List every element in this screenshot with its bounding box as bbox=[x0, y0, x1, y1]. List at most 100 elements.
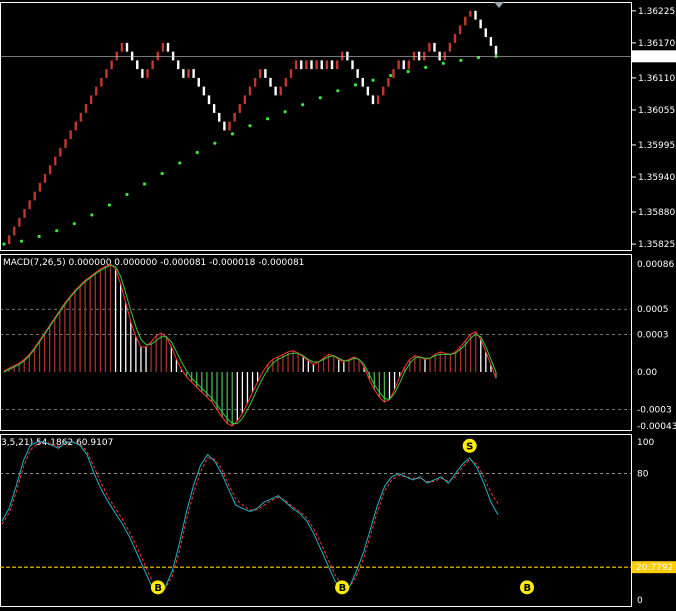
price-tick-label: 1.35880 bbox=[638, 208, 675, 218]
renko-up-brick bbox=[387, 77, 390, 87]
renko-up-brick bbox=[38, 182, 42, 192]
renko-up-brick bbox=[407, 60, 411, 70]
renko-up-brick bbox=[79, 112, 83, 122]
renko-up-brick bbox=[33, 191, 36, 201]
renko-up-brick bbox=[228, 121, 231, 131]
moving-average-point bbox=[178, 161, 182, 165]
renko-up-brick bbox=[315, 60, 318, 70]
renko-down-brick bbox=[141, 69, 144, 78]
renko-down-brick bbox=[218, 112, 221, 122]
renko-up-brick bbox=[382, 86, 385, 96]
renko-up-brick bbox=[43, 174, 47, 183]
moving-average-point bbox=[265, 117, 270, 121]
renko-down-brick bbox=[479, 19, 482, 29]
macd-tick-label: 0.00 bbox=[637, 368, 657, 378]
macd-title: MACD(7,26,5) 0.000000 0.000000 -0.000081… bbox=[3, 258, 304, 268]
renko-down-brick bbox=[177, 60, 180, 70]
signal-badge-label: B bbox=[524, 583, 532, 594]
renko-down-brick bbox=[269, 77, 272, 87]
renko-down-brick bbox=[264, 69, 267, 78]
renko-up-brick bbox=[151, 60, 154, 70]
price-tick-label: 1.36055 bbox=[638, 106, 675, 116]
macd-tick-label: 0.0005 bbox=[637, 305, 669, 315]
moving-average-point bbox=[371, 78, 375, 82]
moving-average-point bbox=[388, 73, 393, 78]
renko-down-brick bbox=[351, 60, 354, 70]
macd-tick-label: -0.00043 bbox=[637, 422, 676, 432]
renko-up-brick bbox=[238, 104, 241, 113]
renko-up-brick bbox=[289, 69, 293, 78]
moving-average-point bbox=[283, 110, 287, 114]
renko-up-brick bbox=[146, 69, 149, 78]
renko-down-brick bbox=[361, 77, 364, 87]
moving-average-point bbox=[195, 150, 199, 155]
renko-up-brick bbox=[428, 42, 431, 52]
renko-up-brick bbox=[453, 34, 457, 43]
renko-up-brick bbox=[64, 139, 67, 148]
renko-up-brick bbox=[28, 200, 31, 210]
renko-down-brick bbox=[330, 60, 334, 70]
macd-tick-label: 0.0003 bbox=[637, 330, 669, 340]
macd-tick-label: -0.0003 bbox=[637, 406, 672, 416]
renko-up-brick bbox=[23, 209, 26, 218]
renko-down-brick bbox=[166, 42, 170, 52]
renko-up-brick bbox=[464, 16, 467, 26]
renko-up-brick bbox=[89, 95, 93, 105]
renko-up-brick bbox=[84, 104, 88, 113]
renko-up-brick bbox=[448, 42, 452, 52]
renko-down-brick bbox=[197, 77, 200, 87]
price-tick-label: 1.36110 bbox=[638, 74, 675, 84]
renko-down-brick bbox=[125, 42, 129, 52]
moving-average-point bbox=[213, 141, 217, 145]
price-tick-label: 1.36170 bbox=[638, 39, 675, 49]
renko-up-brick bbox=[397, 60, 400, 70]
price-tick-label: 1.36225 bbox=[638, 7, 675, 17]
renko-up-brick bbox=[105, 69, 108, 78]
renko-down-brick bbox=[310, 60, 313, 70]
renko-up-brick bbox=[335, 60, 339, 70]
renko-down-brick bbox=[320, 60, 323, 70]
renko-up-brick bbox=[469, 10, 472, 17]
moving-average-point bbox=[90, 213, 94, 217]
current-price-label: 1.36147 bbox=[637, 52, 674, 62]
renko-up-brick bbox=[161, 42, 165, 52]
renko-down-brick bbox=[182, 69, 185, 78]
signal-badge-label: S bbox=[466, 441, 473, 452]
pane-frame bbox=[0, 434, 632, 607]
renko-down-brick bbox=[212, 104, 216, 113]
renko-up-brick bbox=[248, 86, 252, 96]
moving-average-point bbox=[160, 171, 164, 176]
renko-down-brick bbox=[402, 60, 405, 70]
macd-signal-line bbox=[3, 264, 497, 424]
chart-shift-icon bbox=[494, 2, 504, 8]
renko-up-brick bbox=[458, 25, 462, 35]
renko-down-brick bbox=[371, 95, 375, 105]
stoch-tick-label: 100 bbox=[637, 438, 654, 448]
renko-down-brick bbox=[192, 69, 195, 78]
renko-up-brick bbox=[54, 156, 57, 166]
renko-up-brick bbox=[376, 95, 380, 105]
moving-average-point bbox=[441, 61, 445, 65]
price-tick-label: 1.35825 bbox=[638, 240, 675, 250]
renko-up-brick bbox=[48, 165, 52, 175]
signal-badge-label: B bbox=[339, 583, 347, 594]
renko-up-brick bbox=[74, 121, 77, 131]
renko-down-brick bbox=[136, 60, 139, 70]
renko-down-brick bbox=[474, 10, 477, 20]
renko-up-brick bbox=[392, 69, 395, 78]
renko-down-brick bbox=[202, 86, 206, 96]
stoch-tick-label: 0 bbox=[637, 596, 643, 606]
macd-tick-label: 0.00086 bbox=[637, 260, 674, 270]
renko-up-brick bbox=[59, 147, 62, 157]
moving-average-point bbox=[230, 132, 235, 136]
renko-up-brick bbox=[284, 77, 288, 87]
moving-average-point bbox=[459, 58, 463, 62]
renko-up-brick bbox=[110, 60, 113, 70]
trading-chart: 1.36225 1.36170 1.36110 1.36055 1.35995 1.359… bbox=[0, 2, 676, 607]
moving-average-point bbox=[37, 234, 41, 239]
renko-up-brick bbox=[305, 60, 308, 70]
renko-up-brick bbox=[100, 77, 103, 87]
moving-average-point bbox=[19, 239, 24, 243]
renko-up-brick bbox=[294, 60, 298, 70]
signal-badge-label: B bbox=[154, 583, 162, 594]
